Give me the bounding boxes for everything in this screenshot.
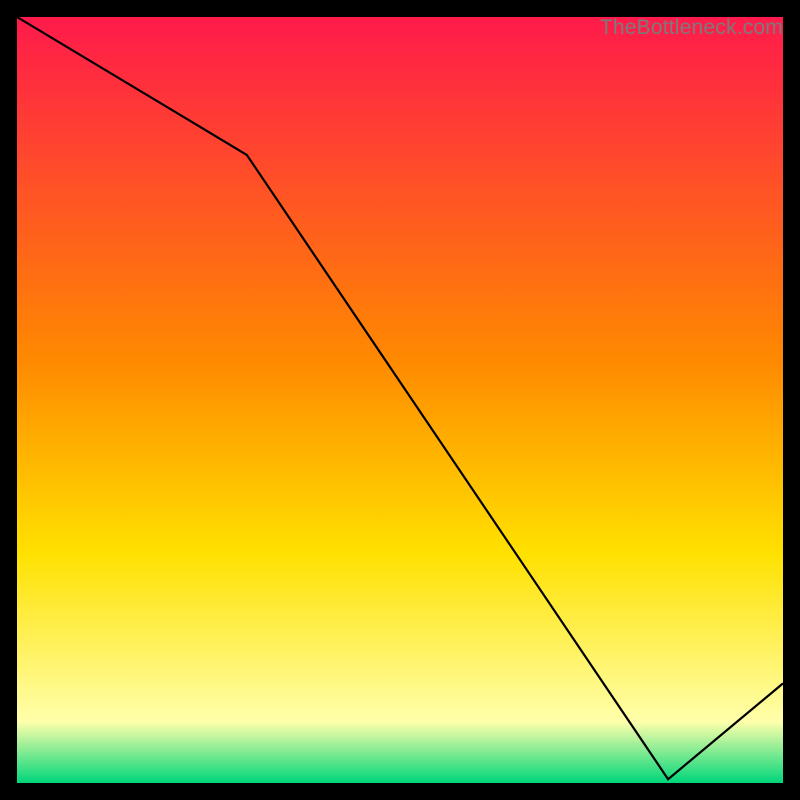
chart-frame: TheBottleneck.com (17, 17, 783, 783)
gradient-background (17, 17, 783, 783)
watermark-text: TheBottleneck.com (600, 16, 783, 40)
chart-plot (17, 17, 783, 783)
